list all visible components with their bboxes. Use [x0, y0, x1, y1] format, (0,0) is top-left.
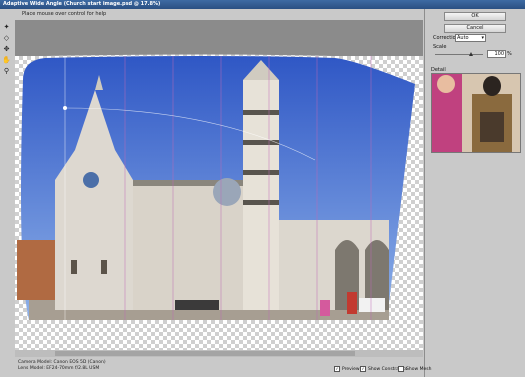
ok-button[interactable]: OK: [444, 12, 506, 21]
lens-model: Lens Model: EF24-70mm f/2.8L USM: [18, 366, 100, 371]
correction-select[interactable]: Auto: [455, 34, 486, 42]
scale-row: Scale: [427, 43, 523, 50]
scale-input[interactable]: 100: [487, 50, 506, 58]
preview-checkbox-label: Preview: [342, 366, 360, 372]
horizontal-scrollbar[interactable]: [15, 350, 423, 357]
checkbox-box[interactable]: [398, 366, 404, 372]
cathedral-photo: [15, 54, 423, 350]
title-bar: Adaptive Wide Angle (Church start image.…: [0, 0, 525, 9]
checkbox-box[interactable]: ✓: [360, 366, 366, 372]
checkbox-box[interactable]: ✓: [334, 366, 340, 372]
help-hint: Place mouse over control for help: [22, 11, 107, 17]
preview-checkbox[interactable]: ✓ Preview: [334, 366, 360, 372]
panel-divider: [424, 9, 425, 377]
toolbar: ✦ ◇ ✥ ✋ ⚲: [2, 22, 13, 77]
camera-info: Camera Model: Canon EOS 5D (Canon) Lens …: [18, 360, 106, 372]
hand-tool-icon[interactable]: ✋: [2, 55, 11, 64]
scale-slider-handle[interactable]: [469, 52, 473, 56]
detail-preview: [431, 73, 521, 153]
scale-controls: 100 %: [427, 50, 523, 58]
scale-unit: %: [507, 51, 512, 57]
scale-slider[interactable]: [435, 52, 483, 56]
preview-canvas[interactable]: [15, 20, 423, 350]
zoom-tool-icon[interactable]: ⚲: [2, 66, 11, 75]
constraint-tool-icon[interactable]: ✦: [2, 22, 11, 31]
show-mesh-checkbox[interactable]: Show Mesh: [398, 366, 431, 372]
move-tool-icon[interactable]: ✥: [2, 44, 11, 53]
detail-zoom-image: [432, 74, 520, 152]
settings-panel: OK Cancel Correction: Auto Scale 100 % D…: [427, 12, 523, 153]
show-mesh-label: Show Mesh: [406, 366, 432, 372]
correction-row: Correction: Auto: [427, 34, 523, 42]
cancel-button[interactable]: Cancel: [444, 24, 506, 33]
scrollbar-thumb[interactable]: [55, 351, 355, 356]
window-title: Adaptive Wide Angle (Church start image.…: [3, 1, 161, 7]
polygon-constraint-tool-icon[interactable]: ◇: [2, 33, 11, 42]
